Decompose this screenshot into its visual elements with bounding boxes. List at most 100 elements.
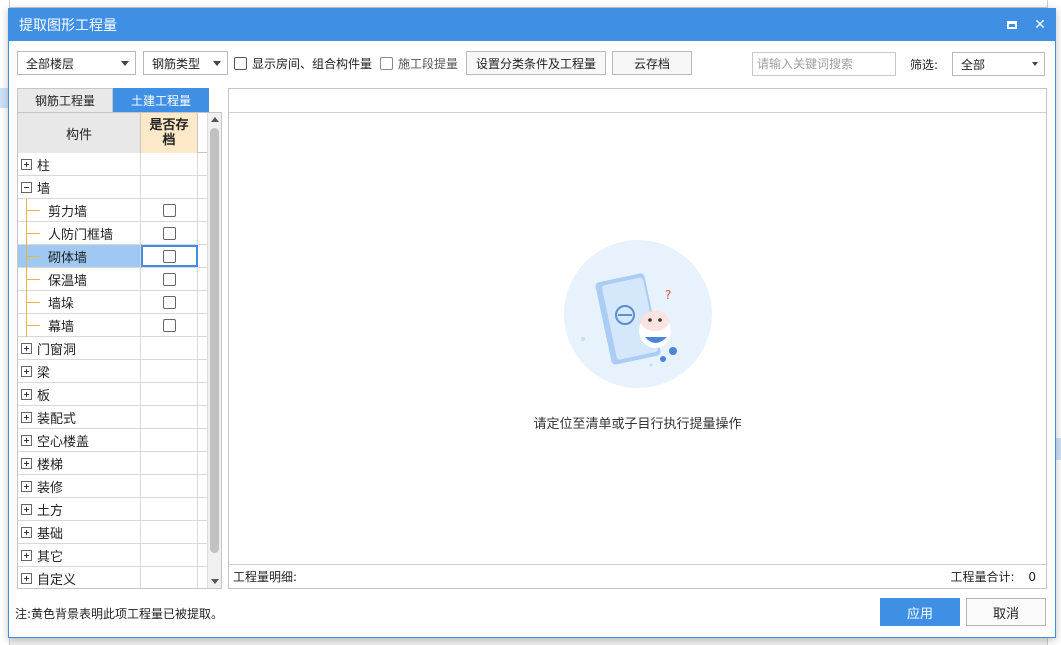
tree-row-archive-cell[interactable] — [141, 498, 198, 520]
tree-scrollbar[interactable] — [207, 113, 221, 588]
archive-checkbox[interactable] — [162, 318, 176, 332]
tree-row-archive-cell[interactable] — [141, 475, 198, 497]
tree-row-name-cell[interactable]: 基础 — [18, 521, 141, 543]
tree-row-parent[interactable]: 基础 — [18, 521, 208, 544]
archive-checkbox[interactable] — [162, 203, 176, 217]
expand-icon[interactable] — [21, 342, 32, 354]
construction-stage-checkbox[interactable] — [380, 57, 393, 70]
apply-button[interactable]: 应用 — [880, 598, 960, 626]
tree-row-name-cell[interactable]: 装配式 — [18, 406, 141, 428]
archive-checkbox[interactable] — [162, 295, 176, 309]
tree-row-name-cell[interactable]: 墙 — [18, 176, 141, 198]
tree-row-archive-cell[interactable] — [141, 268, 198, 290]
tree-row-archive-cell[interactable] — [141, 429, 198, 451]
expand-icon[interactable] — [21, 526, 32, 538]
tree-row-label: 剪力墙 — [48, 204, 88, 220]
expand-icon[interactable] — [21, 457, 32, 469]
tree-row-child[interactable]: 剪力墙 — [18, 199, 208, 222]
scroll-up-icon[interactable] — [211, 117, 219, 122]
construction-stage-option[interactable]: 施工段提量 — [380, 55, 458, 72]
tree-row-archive-cell[interactable] — [141, 452, 198, 474]
tree-row-parent[interactable]: 其它 — [18, 544, 208, 567]
tree-row-parent[interactable]: 自定义 — [18, 567, 208, 588]
scroll-thumb[interactable] — [210, 128, 219, 553]
settings-button[interactable]: 设置分类条件及工程量 — [466, 51, 606, 75]
tree-row-name-cell[interactable]: 砌体墙 — [18, 245, 141, 268]
expand-icon[interactable] — [21, 388, 32, 400]
scroll-down-icon[interactable] — [211, 579, 219, 584]
tree-row-name-cell[interactable]: 空心楼盖 — [18, 429, 141, 451]
expand-icon[interactable] — [21, 572, 32, 584]
expand-icon[interactable] — [21, 434, 32, 446]
tree-row-name-cell[interactable]: 板 — [18, 383, 141, 405]
tree-row-name-cell[interactable]: 柱 — [18, 153, 141, 175]
tree-row-child[interactable]: 保温墙 — [18, 268, 208, 291]
tree-row-name-cell[interactable]: 自定义 — [18, 567, 141, 588]
expand-icon[interactable] — [21, 158, 32, 170]
tree-row-archive-cell[interactable] — [141, 406, 198, 428]
filter-label: 筛选: — [910, 58, 939, 72]
tree-row-archive-cell[interactable] — [141, 199, 198, 221]
tree-row-child[interactable]: 幕墙 — [18, 314, 208, 337]
tree-row-parent[interactable]: 柱 — [18, 153, 208, 176]
tree-row-name-cell[interactable]: 门窗洞 — [18, 337, 141, 359]
maximize-button[interactable] — [1005, 18, 1019, 32]
tab-rebar-quantity[interactable]: 钢筋工程量 — [17, 88, 113, 112]
tree-row-name-cell[interactable]: 楼梯 — [18, 452, 141, 474]
filter-select[interactable]: 全部 — [952, 52, 1045, 76]
tree-row-archive-cell[interactable] — [141, 176, 198, 198]
tree-row-archive-cell[interactable] — [141, 222, 198, 244]
archive-checkbox[interactable] — [162, 272, 176, 286]
tree-row-parent[interactable]: 装修 — [18, 475, 208, 498]
tree-row-child[interactable]: 砌体墙 — [18, 245, 208, 268]
tree-row-archive-cell[interactable] — [141, 153, 198, 175]
tree-row-name-cell[interactable]: 其它 — [18, 544, 141, 566]
tree-row-name-cell[interactable]: 剪力墙 — [18, 199, 141, 222]
tree-row-archive-cell[interactable] — [141, 314, 198, 336]
tree-row-name-cell[interactable]: 土方 — [18, 498, 141, 520]
tree-row-parent[interactable]: 门窗洞 — [18, 337, 208, 360]
show-room-checkbox[interactable] — [234, 57, 247, 70]
cancel-button[interactable]: 取消 — [966, 598, 1046, 626]
tab-civil-quantity[interactable]: 土建工程量 — [113, 88, 209, 112]
tree-row-archive-cell[interactable] — [141, 383, 198, 405]
search-input[interactable] — [757, 57, 895, 71]
tree-row-archive-cell[interactable] — [141, 291, 198, 313]
expand-icon[interactable] — [21, 503, 32, 515]
tree-row-parent[interactable]: 楼梯 — [18, 452, 208, 475]
show-room-option[interactable]: 显示房间、组合构件量 — [234, 55, 372, 72]
floor-select[interactable]: 全部楼层 — [17, 51, 136, 75]
tree-row-parent[interactable]: 墙 — [18, 176, 208, 199]
archive-checkbox[interactable] — [162, 249, 176, 263]
collapse-icon[interactable] — [21, 181, 32, 193]
close-button[interactable]: ✕ — [1033, 17, 1047, 33]
expand-icon[interactable] — [21, 480, 32, 492]
tree-row-name-cell[interactable]: 装修 — [18, 475, 141, 497]
tree-row-archive-cell[interactable] — [141, 521, 198, 543]
tree-row-label: 幕墙 — [48, 319, 75, 335]
tree-row-parent[interactable]: 梁 — [18, 360, 208, 383]
tree-row-archive-cell[interactable] — [141, 360, 198, 382]
search-box[interactable] — [752, 52, 896, 76]
cloud-archive-button[interactable]: 云存档 — [612, 51, 692, 75]
tree-row-child[interactable]: 人防门框墙 — [18, 222, 208, 245]
tree-row-name-cell[interactable]: 幕墙 — [18, 314, 141, 337]
tree-row-archive-cell[interactable] — [141, 567, 198, 588]
tree-row-archive-cell[interactable] — [141, 337, 198, 359]
expand-icon[interactable] — [21, 365, 32, 377]
rebar-type-select[interactable]: 钢筋类型 — [143, 51, 228, 75]
tree-row-parent[interactable]: 空心楼盖 — [18, 429, 208, 452]
archive-checkbox[interactable] — [162, 226, 176, 240]
tree-row-name-cell[interactable]: 人防门框墙 — [18, 222, 141, 245]
tree-row-name-cell[interactable]: 保温墙 — [18, 268, 141, 291]
tree-row-parent[interactable]: 土方 — [18, 498, 208, 521]
expand-icon[interactable] — [21, 411, 32, 423]
expand-icon[interactable] — [21, 549, 32, 561]
tree-row-name-cell[interactable]: 梁 — [18, 360, 141, 382]
tree-row-parent[interactable]: 板 — [18, 383, 208, 406]
tree-row-parent[interactable]: 装配式 — [18, 406, 208, 429]
tree-row-archive-cell[interactable] — [141, 245, 198, 267]
tree-row-name-cell[interactable]: 墙垛 — [18, 291, 141, 314]
tree-row-child[interactable]: 墙垛 — [18, 291, 208, 314]
tree-row-archive-cell[interactable] — [141, 544, 198, 566]
